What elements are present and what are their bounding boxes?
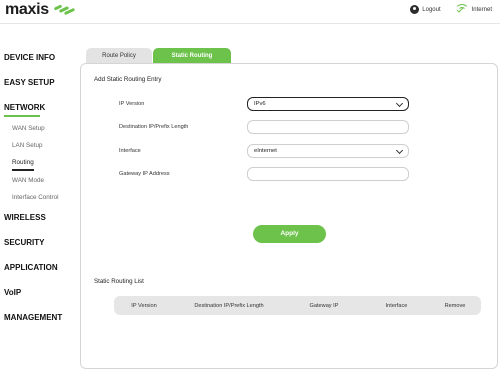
sidebar-item-routing[interactable]: Routing (4, 158, 80, 168)
internet-label: Internet (471, 6, 492, 13)
form-title: Add Static Routing Entry (94, 76, 162, 83)
sidebar-item-wan-mode[interactable]: WAN Mode (4, 176, 80, 186)
sidebar-item-wireless[interactable]: WIRELESS (4, 212, 80, 224)
column-header-remove: Remove (444, 302, 466, 309)
internet-status[interactable]: Internet (454, 4, 492, 15)
ip-version-value: IPv6 (254, 101, 266, 107)
sidebar-item-wan-setup[interactable]: WAN Setup (4, 124, 80, 134)
wifi-check-icon (454, 4, 469, 15)
sidebar-item-network[interactable]: NETWORK (4, 102, 80, 114)
static-routing-panel: Add Static Routing Entry IP Version IPv6… (80, 63, 498, 369)
brand-text: maxis (5, 1, 49, 18)
tab-static-routing[interactable]: Static Routing (153, 48, 231, 64)
chevron-down-icon (395, 99, 404, 108)
sidebar-nav: DEVICE INFO EASY SETUP NETWORK WAN Setup… (4, 52, 80, 324)
sidebar-item-application[interactable]: APPLICATION (4, 262, 80, 274)
sidebar-item-easy-setup[interactable]: EASY SETUP (4, 77, 80, 89)
interface-label: Interface (119, 148, 141, 154)
ip-version-select[interactable]: IPv6 (247, 97, 409, 111)
top-header: maxis Logout Internet (0, 0, 500, 24)
sidebar-item-routing-group: Routing (4, 158, 80, 171)
active-underline (4, 115, 40, 117)
sidebar-item-device-info[interactable]: DEVICE INFO (4, 52, 80, 64)
maxis-wave-icon (52, 3, 76, 17)
sidebar-item-network-group: NETWORK (4, 102, 80, 117)
ip-version-label: IP Version (119, 101, 145, 107)
interface-select[interactable]: eInternet (247, 144, 409, 158)
column-header-destination: Destination IP/Prefix Length (194, 302, 264, 309)
logout-button[interactable]: Logout (410, 5, 441, 14)
sidebar-item-lan-setup[interactable]: LAN Setup (4, 141, 80, 151)
routing-table-header: IP Version Destination IP/Prefix Length … (114, 296, 481, 315)
chevron-down-icon (395, 146, 404, 155)
sidebar-item-voip[interactable]: VoIP (4, 287, 80, 299)
interface-value: eInternet (254, 148, 277, 154)
gateway-label: Gateway IP Address (119, 171, 170, 177)
maxis-logo: maxis (5, 1, 76, 19)
gateway-input[interactable] (247, 167, 409, 181)
user-icon (410, 5, 420, 14)
list-title: Static Routing List (94, 278, 144, 285)
active-underline (12, 169, 34, 171)
logout-label: Logout (422, 6, 441, 13)
destination-input[interactable] (247, 120, 409, 134)
apply-button[interactable]: Apply (253, 225, 326, 243)
sidebar-item-management[interactable]: MANAGEMENT (4, 312, 80, 324)
sidebar-item-interface-control[interactable]: Interface Control (4, 193, 80, 203)
column-header-ip-version: IP Version (131, 302, 157, 309)
column-header-gateway: Gateway IP (309, 302, 339, 309)
tab-route-policy[interactable]: Route Policy (86, 48, 152, 64)
sidebar-item-security[interactable]: SECURITY (4, 237, 80, 249)
destination-label: Destination IP/Prefix Length (119, 124, 189, 130)
column-header-interface: Interface (385, 302, 408, 309)
